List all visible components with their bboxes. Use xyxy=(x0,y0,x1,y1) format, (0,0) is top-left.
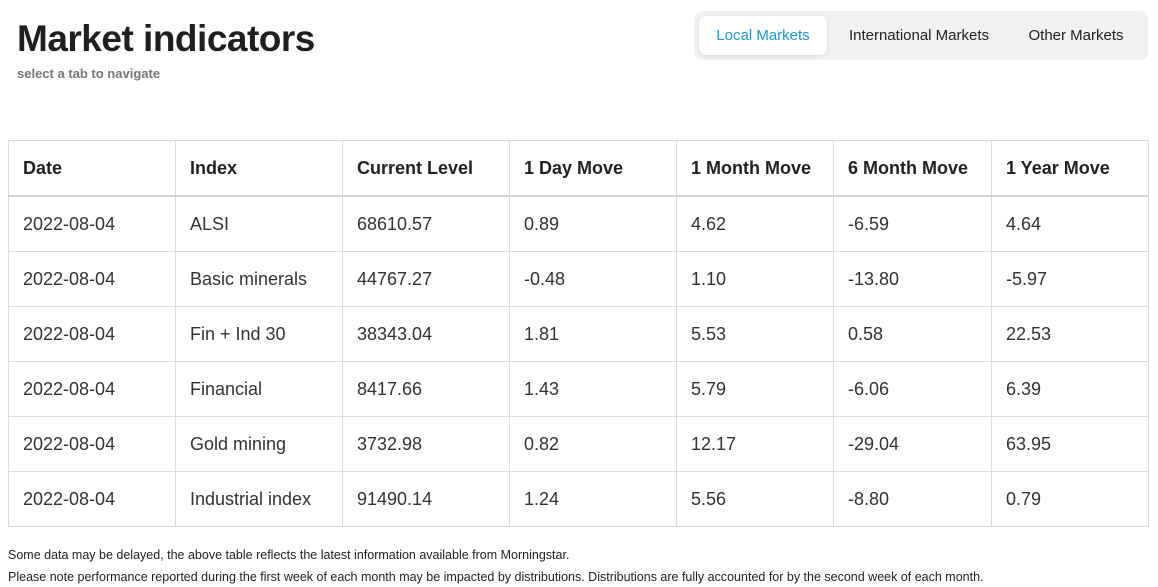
market-indicators-table-container: Date Index Current Level 1 Day Move 1 Mo… xyxy=(8,140,1149,527)
cell-index: Industrial index xyxy=(175,471,343,527)
cell-6-month-move: -13.80 xyxy=(833,251,992,307)
table-header-row: Date Index Current Level 1 Day Move 1 Mo… xyxy=(8,140,1149,197)
column-header-1-month-move: 1 Month Move xyxy=(676,140,834,197)
tab-local-markets[interactable]: Local Markets xyxy=(699,16,827,55)
cell-date: 2022-08-04 xyxy=(8,251,176,307)
cell-current-level: 38343.04 xyxy=(342,306,510,362)
column-header-index: Index xyxy=(175,140,343,197)
cell-1-month-move: 5.53 xyxy=(676,306,834,362)
cell-6-month-move: -6.06 xyxy=(833,361,992,417)
cell-6-month-move: 0.58 xyxy=(833,306,992,362)
cell-date: 2022-08-04 xyxy=(8,361,176,417)
footnote-distributions: Please note performance reported during … xyxy=(8,570,984,584)
column-header-current-level: Current Level xyxy=(342,140,510,197)
cell-index: Fin + Ind 30 xyxy=(175,306,343,362)
cell-1-day-move: 1.81 xyxy=(509,306,677,362)
page-title: Market indicators xyxy=(17,18,315,59)
tab-international-markets[interactable]: International Markets xyxy=(827,16,1011,55)
cell-1-year-move: 63.95 xyxy=(991,416,1149,472)
cell-1-month-move: 5.79 xyxy=(676,361,834,417)
cell-date: 2022-08-04 xyxy=(8,471,176,527)
market-tab-bar: Local Markets International Markets Othe… xyxy=(694,11,1148,60)
footnote-data-delay: Some data may be delayed, the above tabl… xyxy=(8,548,570,562)
cell-1-year-move: 6.39 xyxy=(991,361,1149,417)
column-header-date: Date xyxy=(8,140,176,197)
cell-1-day-move: 1.24 xyxy=(509,471,677,527)
table-row: 2022-08-04 ALSI 68610.57 0.89 4.62 -6.59… xyxy=(8,195,1149,252)
column-header-1-year-move: 1 Year Move xyxy=(991,140,1149,197)
cell-1-day-move: 0.82 xyxy=(509,416,677,472)
cell-index: Financial xyxy=(175,361,343,417)
cell-6-month-move: -8.80 xyxy=(833,471,992,527)
cell-1-month-move: 1.10 xyxy=(676,251,834,307)
table-row: 2022-08-04 Financial 8417.66 1.43 5.79 -… xyxy=(8,361,1149,417)
cell-1-year-move: 0.79 xyxy=(991,471,1149,527)
market-indicators-table: Date Index Current Level 1 Day Move 1 Mo… xyxy=(8,140,1149,527)
cell-current-level: 91490.14 xyxy=(342,471,510,527)
cell-date: 2022-08-04 xyxy=(8,416,176,472)
cell-index: Basic minerals xyxy=(175,251,343,307)
table-row: 2022-08-04 Basic minerals 44767.27 -0.48… xyxy=(8,251,1149,307)
table-row: 2022-08-04 Fin + Ind 30 38343.04 1.81 5.… xyxy=(8,306,1149,362)
cell-1-day-move: 0.89 xyxy=(509,195,677,252)
tab-other-markets[interactable]: Other Markets xyxy=(1011,16,1141,55)
column-header-6-month-move: 6 Month Move xyxy=(833,140,992,197)
cell-date: 2022-08-04 xyxy=(8,306,176,362)
cell-1-month-move: 5.56 xyxy=(676,471,834,527)
cell-1-day-move: -0.48 xyxy=(509,251,677,307)
cell-1-year-move: -5.97 xyxy=(991,251,1149,307)
cell-date: 2022-08-04 xyxy=(8,195,176,252)
column-header-1-day-move: 1 Day Move xyxy=(509,140,677,197)
cell-1-month-move: 12.17 xyxy=(676,416,834,472)
table-row: 2022-08-04 Gold mining 3732.98 0.82 12.1… xyxy=(8,416,1149,472)
cell-current-level: 68610.57 xyxy=(342,195,510,252)
cell-1-year-move: 22.53 xyxy=(991,306,1149,362)
cell-6-month-move: -29.04 xyxy=(833,416,992,472)
cell-current-level: 8417.66 xyxy=(342,361,510,417)
cell-index: Gold mining xyxy=(175,416,343,472)
cell-1-day-move: 1.43 xyxy=(509,361,677,417)
cell-1-year-move: 4.64 xyxy=(991,195,1149,252)
cell-current-level: 3732.98 xyxy=(342,416,510,472)
cell-current-level: 44767.27 xyxy=(342,251,510,307)
table-row: 2022-08-04 Industrial index 91490.14 1.2… xyxy=(8,471,1149,527)
page-subtitle: select a tab to navigate xyxy=(17,66,161,81)
cell-index: ALSI xyxy=(175,195,343,252)
cell-6-month-move: -6.59 xyxy=(833,195,992,252)
cell-1-month-move: 4.62 xyxy=(676,195,834,252)
